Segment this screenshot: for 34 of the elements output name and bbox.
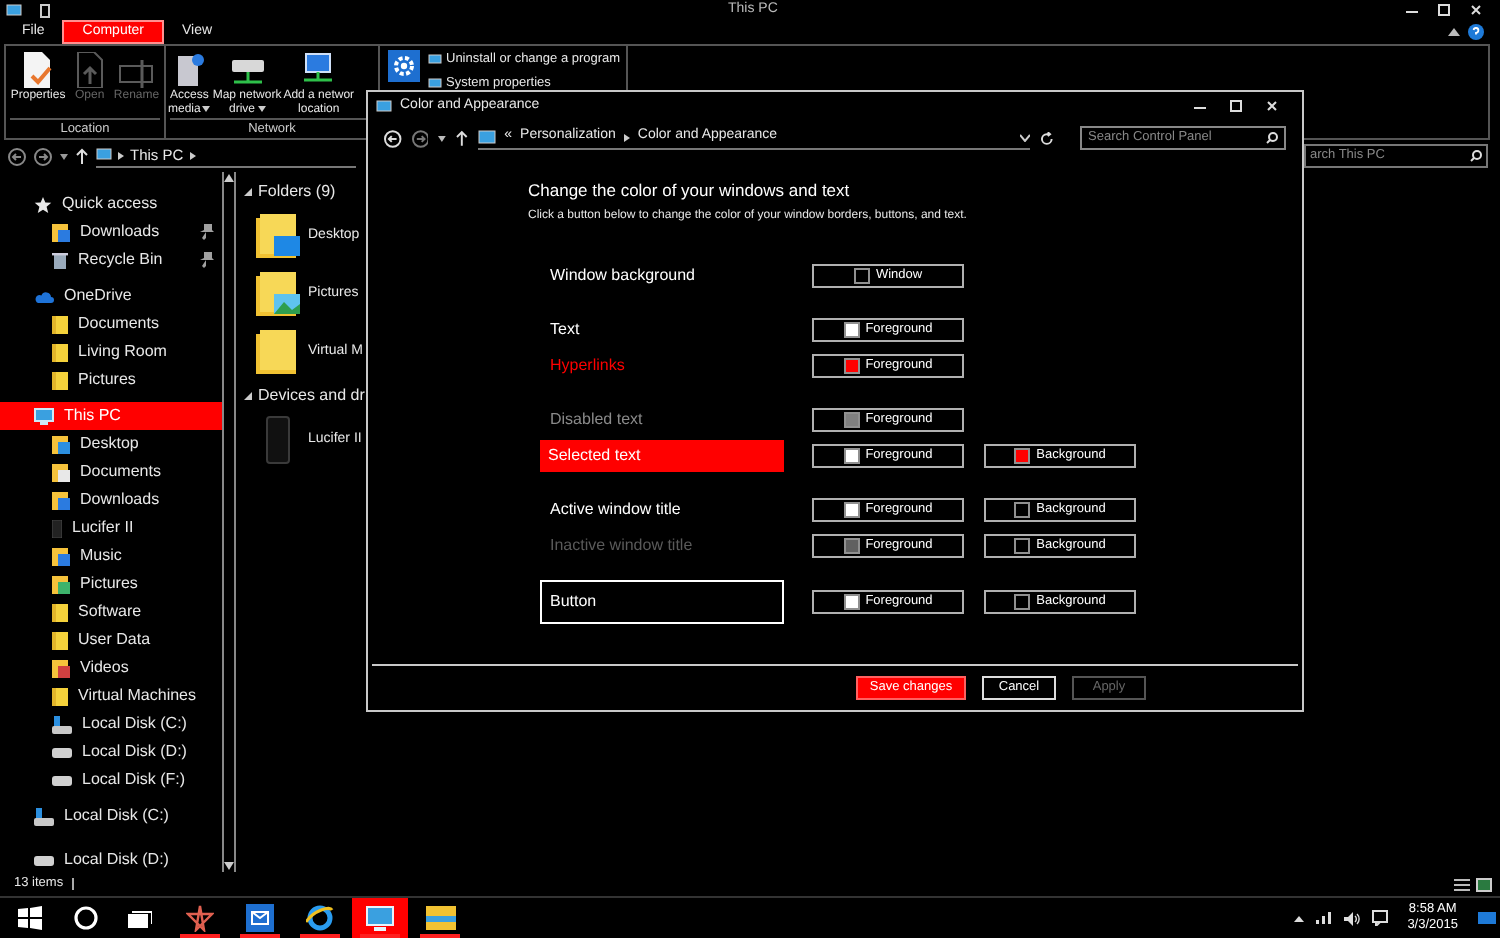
nav-label: This PC [64, 404, 121, 428]
nav-label: Music [80, 544, 122, 568]
nav-label: Virtual Machines [78, 684, 196, 708]
nav-label: Recycle Bin [78, 248, 163, 272]
nav-label: Documents [80, 460, 161, 484]
nav-label: Pictures [78, 368, 136, 392]
element-label: Selected text [540, 440, 784, 472]
nav-label: Local Disk (F:) [82, 768, 186, 792]
nav-label: Software [78, 600, 142, 624]
nav-label: Documents [78, 312, 159, 336]
nav-label: Quick access [62, 192, 158, 216]
nav-label: Pictures [80, 572, 138, 596]
element-label: Inactive window title [548, 534, 695, 558]
element-label: Text [548, 318, 582, 342]
section-header: Folders (9) [258, 180, 336, 204]
nav-label: Desktop [80, 432, 139, 456]
nav-label: Local Disk (D:) [64, 848, 169, 872]
nav-label: Living Room [78, 340, 167, 364]
nav-label: Downloads [80, 488, 160, 512]
nav-label: User Data [78, 628, 151, 652]
element-label: Button [540, 580, 784, 624]
element-label: Active window title [548, 498, 683, 522]
element-label: Window background [548, 264, 697, 288]
nav-label: OneDrive [64, 284, 132, 308]
heading: Change the color of your windows and text [528, 180, 852, 202]
nav-label: Local Disk (D:) [82, 740, 187, 764]
nav-label: Local Disk (C:) [82, 712, 187, 736]
section-header: Devices and dr [258, 384, 365, 408]
nav-label: Downloads [80, 220, 160, 244]
nav-label: Lucifer II [72, 516, 134, 540]
nav-label: Videos [80, 656, 129, 680]
nav-label: Local Disk (C:) [64, 804, 169, 828]
element-label: Disabled text [548, 408, 645, 432]
element-label: Hyperlinks [548, 354, 627, 378]
